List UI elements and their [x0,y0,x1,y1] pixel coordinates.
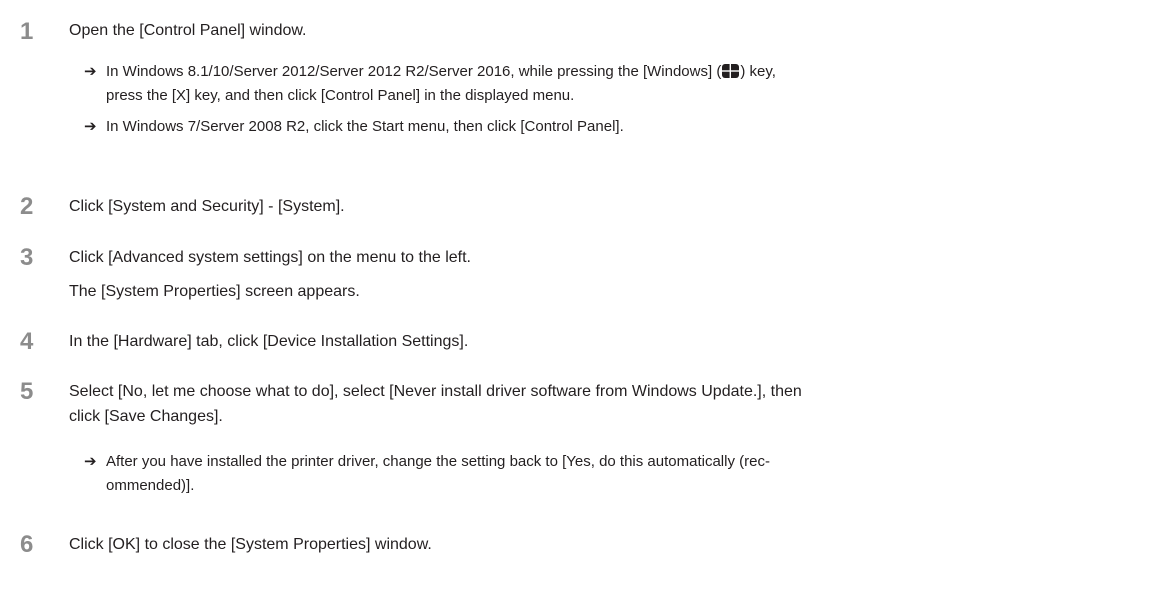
step-text: Click [System and Security] - [System]. [69,198,345,215]
step-text: Click [Advanced system settings] on the … [69,249,471,266]
step-number: 5 [20,378,34,405]
substep-text: In Windows 8.1/10/Server 2012/Server 201… [106,63,776,80]
windows-logo-icon [722,64,740,78]
arrow-icon: ➔ [84,453,97,470]
substep-text-line2: ommended)]. [106,477,195,494]
step-text: Open the [Control Panel] window. [69,22,307,39]
substep-text-line2: press the [X] key, and then click [Contr… [106,87,575,104]
step-number: 3 [20,244,34,271]
step-number: 4 [20,328,34,355]
step-result: The [System Properties] screen appears. [69,283,360,300]
step-text-line1: Select [No, let me choose what to do], s… [69,383,802,400]
step-number: 6 [20,531,34,558]
substep-text: In Windows 7/Server 2008 R2, click the S… [106,118,624,135]
arrow-icon: ➔ [84,63,97,80]
step-text: Click [OK] to close the [System Properti… [69,536,432,553]
step-text-line2: click [Save Changes]. [69,408,223,425]
step-5-substep-1: ➔ After you have installed the printer d… [84,450,1164,498]
step-number: 1 [20,18,34,45]
step-1-substep-1: ➔ In Windows 8.1/10/Server 2012/Server 2… [84,60,1164,108]
step-number: 2 [20,193,34,220]
step-1-substep-2: ➔ In Windows 7/Server 2008 R2, click the… [84,115,1164,139]
substep-text-line1: After you have installed the printer dri… [106,453,770,470]
step-text: In the [Hardware] tab, click [Device Ins… [69,333,469,350]
arrow-icon: ➔ [84,118,97,135]
